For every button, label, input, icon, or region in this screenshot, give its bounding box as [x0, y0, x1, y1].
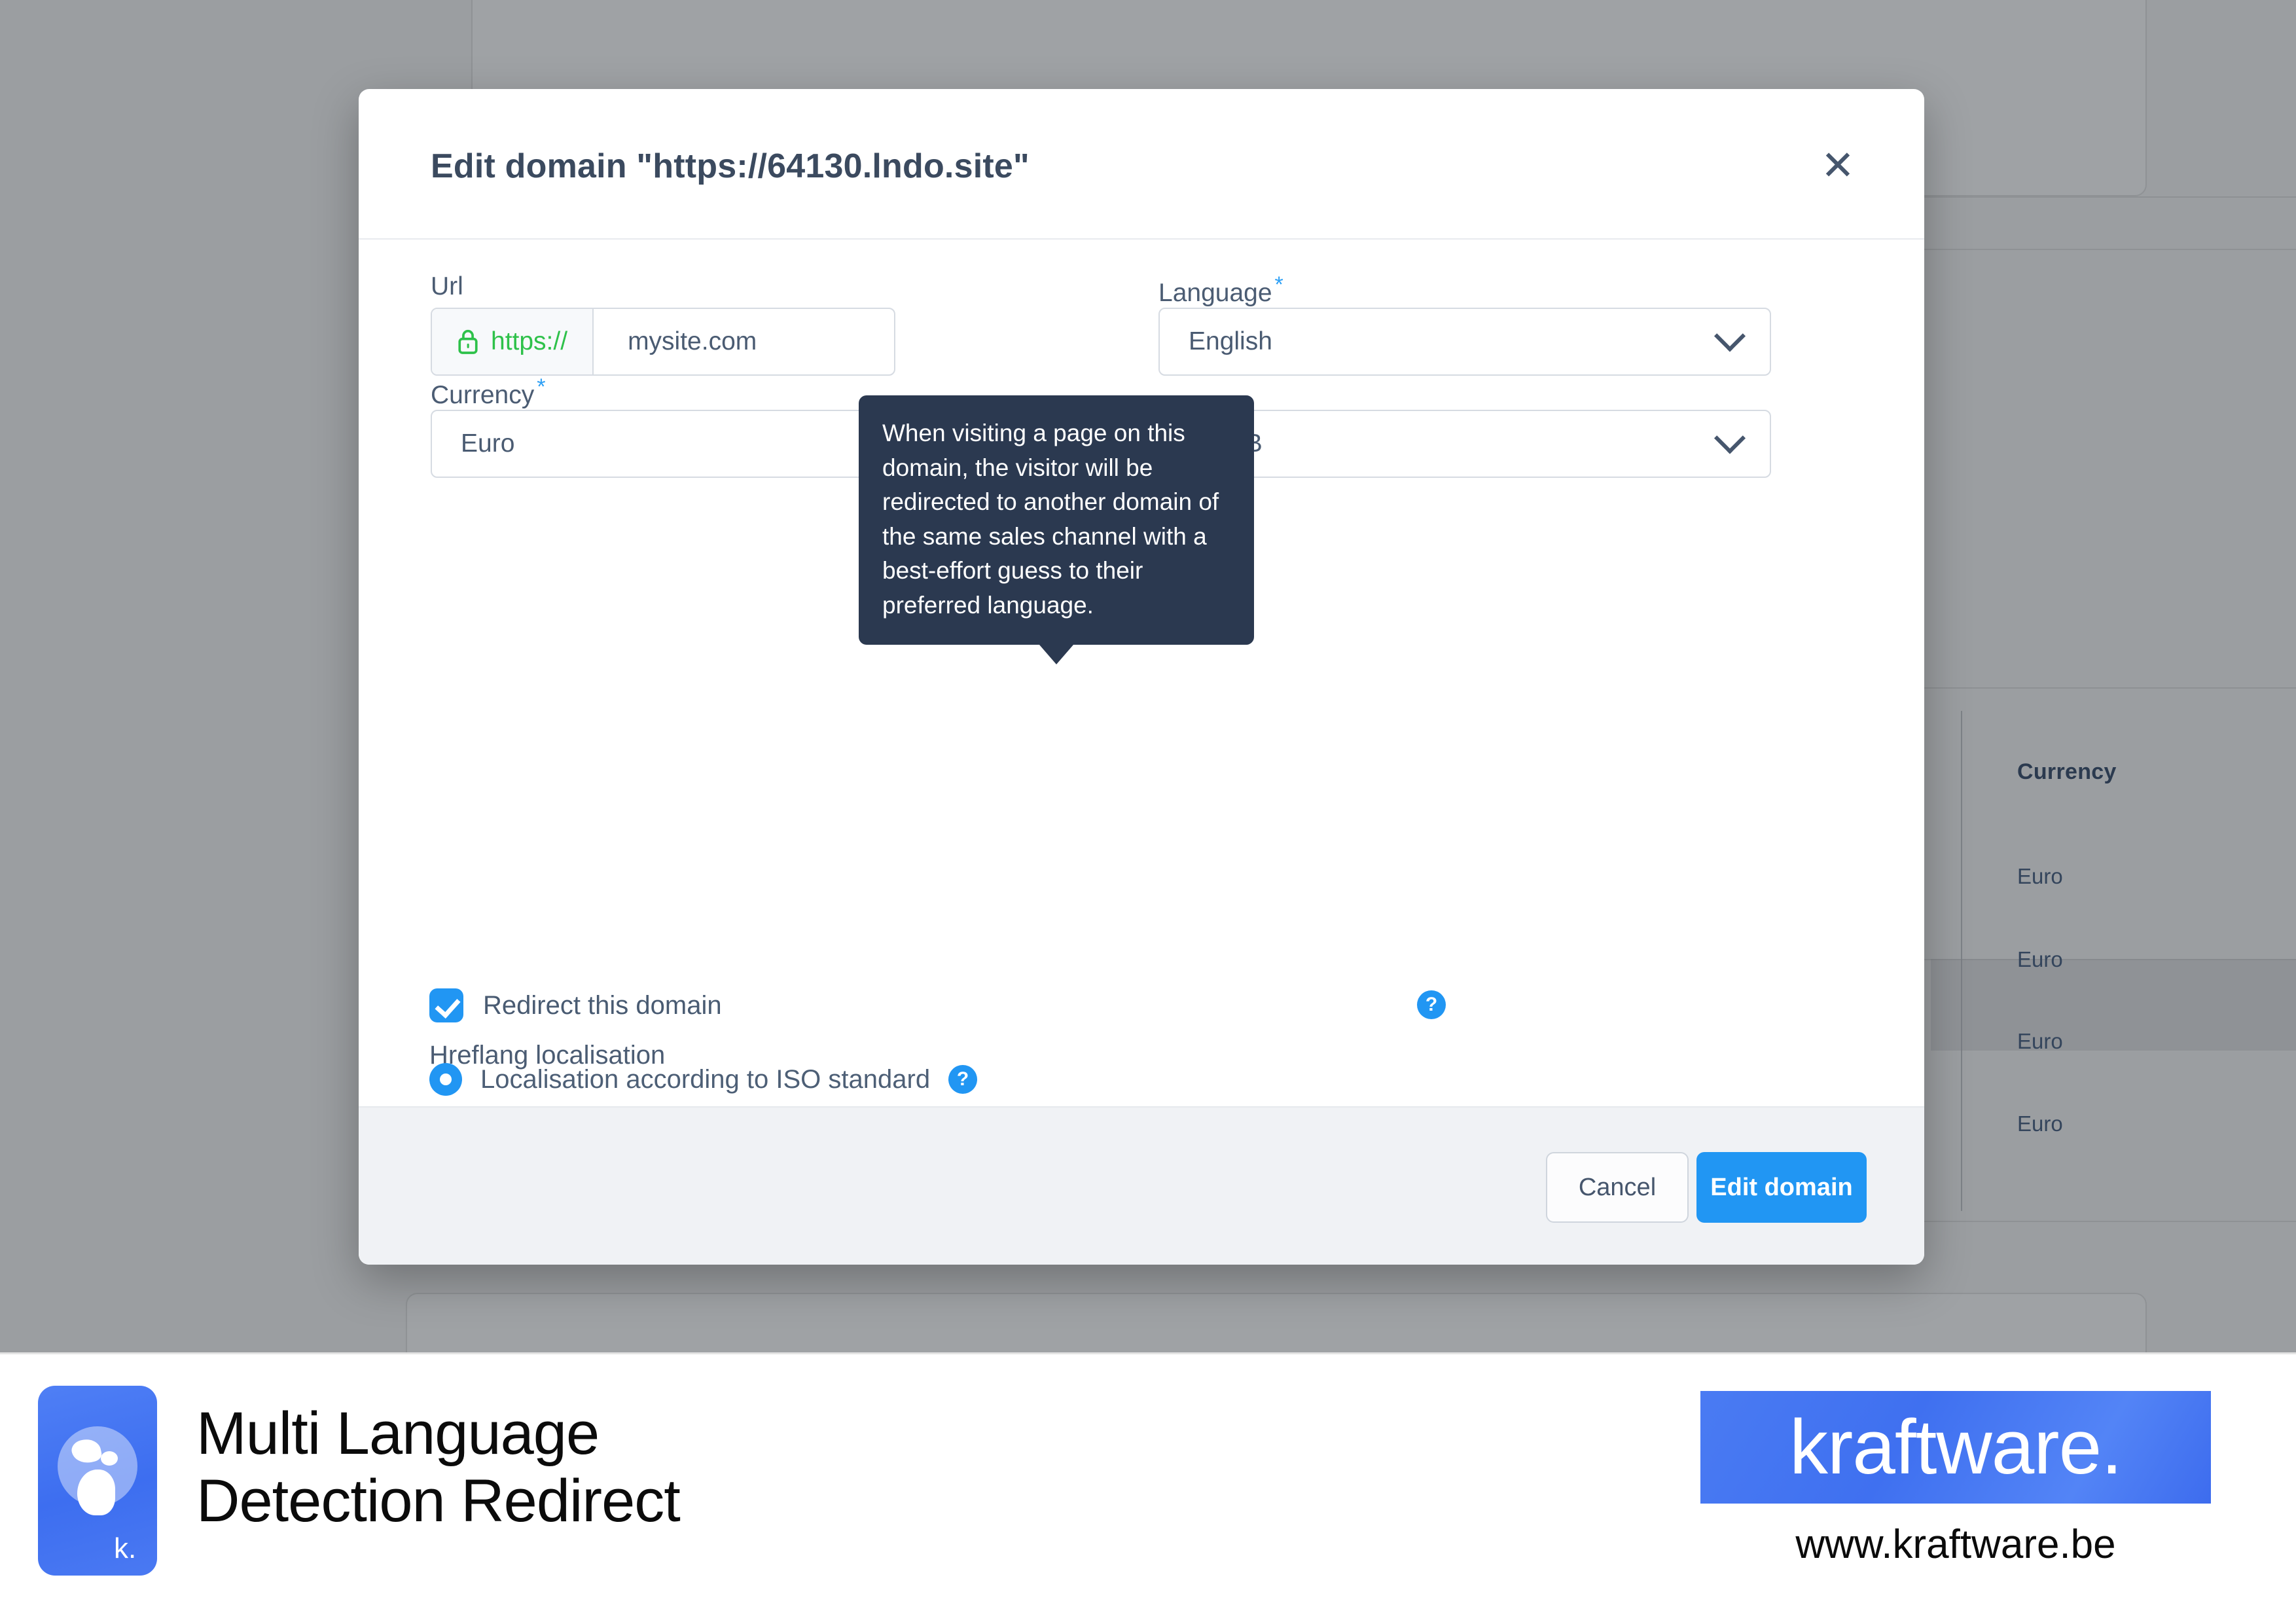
radio-selected-icon[interactable]: [429, 1063, 462, 1096]
cancel-button[interactable]: Cancel: [1546, 1152, 1689, 1223]
redirect-this-domain-label: Redirect this domain: [483, 990, 722, 1020]
app-title-line-1: Multi Language: [196, 1400, 600, 1467]
currency-label: Currency *: [431, 374, 545, 410]
close-icon[interactable]: ✕: [1814, 143, 1861, 190]
chevron-down-icon: [1713, 320, 1746, 352]
currency-value: Euro: [461, 429, 515, 458]
table-row-stripe: [1931, 959, 2296, 1051]
redirect-this-domain-checkbox[interactable]: Redirect this domain: [429, 988, 722, 1022]
lock-icon: [458, 329, 478, 354]
language-label-text: Language: [1158, 279, 1272, 307]
modal-title: Edit domain "https://64130.lndo.site": [431, 147, 1030, 185]
app-title-line-2: Detection Redirect: [196, 1468, 681, 1535]
url-prefix: https://: [432, 309, 594, 374]
help-icon-redirect[interactable]: ?: [1417, 990, 1446, 1019]
help-icon-iso[interactable]: ?: [948, 1065, 978, 1094]
table-cell-currency: Euro: [2017, 1111, 2063, 1136]
tooltip-text: When visiting a page on this domain, the…: [882, 420, 1219, 619]
kraftware-logo: kraftware.: [1700, 1391, 2211, 1504]
hreflang-option-iso-label: Localisation according to ISO standard: [480, 1064, 931, 1094]
app-icon-letter: k.: [114, 1532, 137, 1564]
language-label: Language *: [1158, 272, 1283, 308]
url-prefix-text: https://: [491, 327, 568, 355]
modal-body: Url https:// mysite.com Language * Englis…: [359, 240, 1924, 1164]
url-input[interactable]: https:// mysite.com: [431, 308, 895, 376]
chevron-down-icon: [1713, 422, 1746, 454]
kraftware-logo-text: kraftware.: [1789, 1404, 2123, 1490]
tooltip-arrow: [1039, 645, 1073, 665]
currency-label-text: Currency: [431, 381, 535, 409]
globe-landmass: [101, 1451, 118, 1466]
currency-select[interactable]: Euro: [431, 410, 895, 478]
app-title: Multi Language Detection Redirect: [196, 1400, 681, 1535]
table-cell-currency: Euro: [2017, 864, 2063, 888]
redirect-tooltip: When visiting a page on this domain, the…: [859, 395, 1254, 665]
app-logo-icon: k.: [38, 1386, 157, 1576]
edit-domain-modal: Edit domain "https://64130.lndo.site" ✕ …: [359, 89, 1924, 1265]
app-screen-dimmed: Currency Euro Euro Euro Euro Edit domain…: [0, 0, 2296, 1352]
url-value: mysite.com: [628, 327, 757, 355]
required-marker: *: [1274, 272, 1283, 297]
globe-landmass: [77, 1470, 115, 1515]
table-cell-currency: Euro: [2017, 947, 2063, 971]
kraftware-url: www.kraftware.be: [1795, 1522, 2116, 1567]
table-header-currency: Currency: [2017, 759, 2117, 784]
background-panel-bottom: [406, 1293, 2147, 1352]
language-select[interactable]: English: [1158, 308, 1771, 376]
branding-banner: k. Multi Language Detection Redirect kra…: [0, 1352, 2296, 1624]
table-cell-currency: Euro: [2017, 1029, 2063, 1053]
hreflang-option-iso[interactable]: Localisation according to ISO standard ?: [429, 1063, 978, 1096]
modal-header: Edit domain "https://64130.lndo.site" ✕: [359, 89, 1924, 240]
required-marker: *: [537, 374, 546, 399]
language-value: English: [1189, 327, 1272, 355]
modal-footer: Cancel Edit domain: [359, 1106, 1924, 1265]
url-label: Url: [431, 272, 463, 300]
edit-domain-button[interactable]: Edit domain: [1696, 1152, 1867, 1223]
checkbox-checked-icon[interactable]: [429, 988, 463, 1022]
